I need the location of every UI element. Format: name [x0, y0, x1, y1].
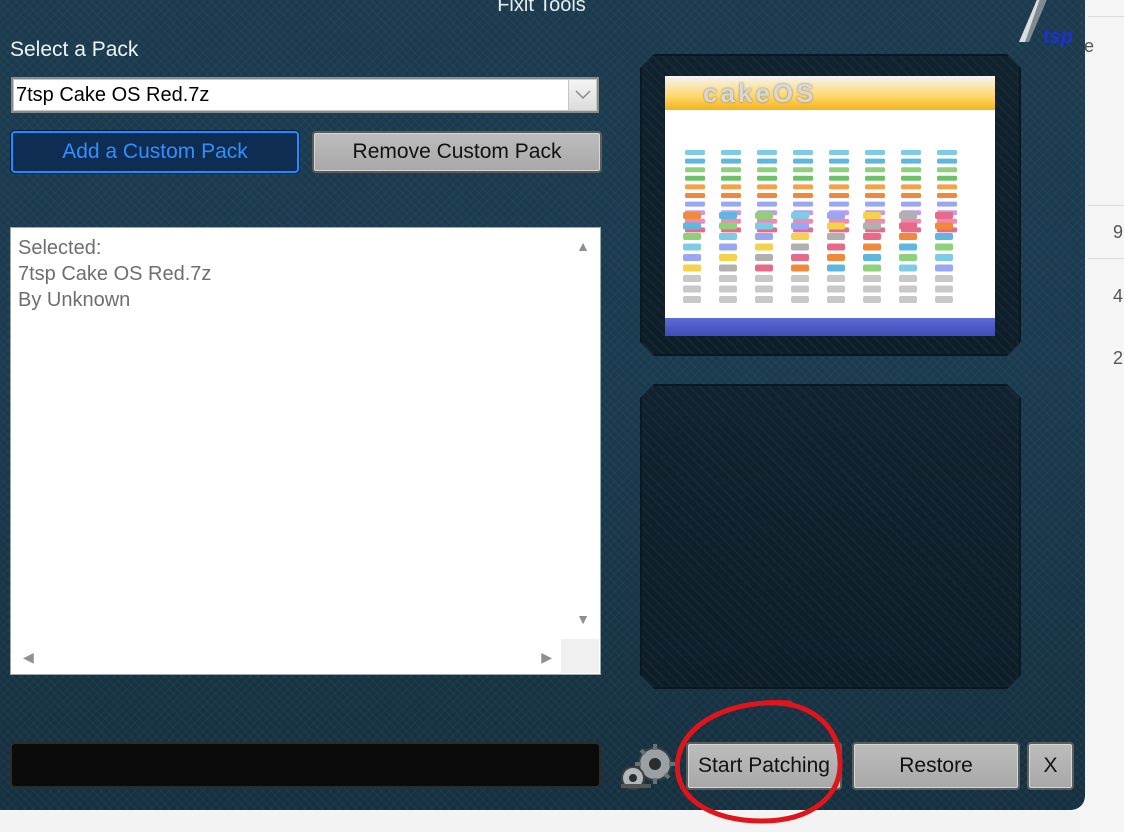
background-text: e	[1084, 36, 1095, 56]
secondary-preview-panel	[640, 384, 1021, 689]
background-text: 2	[1113, 348, 1124, 368]
scroll-left-icon[interactable]: ◀	[23, 649, 34, 666]
gears-icon	[621, 744, 675, 790]
start-patching-button[interactable]: Start Patching	[686, 742, 842, 790]
scroll-up-icon[interactable]: ▲	[576, 238, 590, 254]
background-text: 9	[1113, 222, 1124, 242]
info-line: 7tsp Cake OS Red.7z	[18, 263, 212, 285]
close-button[interactable]: X	[1027, 742, 1074, 790]
chevron-down-icon[interactable]	[568, 80, 596, 110]
preview-title: cakeOS	[703, 78, 817, 108]
divider	[1088, 258, 1124, 259]
add-custom-pack-button[interactable]: Add a Custom Pack	[11, 131, 299, 173]
restore-button[interactable]: Restore	[852, 742, 1020, 790]
pack-info-textbox[interactable]: Selected: 7tsp Cake OS Red.7z By Unknown…	[10, 227, 601, 675]
info-line: By Unknown	[18, 289, 131, 311]
fixit-tools-window: Fixit Tools tsp Select a Pack 7tsp Cake …	[0, 0, 1085, 810]
pack-select-value: 7tsp Cake OS Red.7z	[16, 84, 210, 106]
info-line: Selected:	[18, 237, 102, 259]
select-pack-label: Select a Pack	[10, 38, 139, 61]
scrollbar-corner	[561, 639, 599, 673]
pack-select[interactable]: 7tsp Cake OS Red.7z	[11, 77, 599, 113]
remove-custom-pack-button[interactable]: Remove Custom Pack	[312, 131, 602, 173]
pack-preview-image: cakeOS	[665, 76, 995, 336]
progress-bar	[10, 742, 601, 788]
scroll-right-icon[interactable]: ▶	[541, 649, 552, 666]
window-title: Fixit Tools	[497, 0, 586, 16]
preview-icons-grid	[683, 212, 953, 303]
logo-text: tsp	[1043, 26, 1073, 48]
scroll-down-icon[interactable]: ▼	[576, 611, 590, 627]
background-window	[1080, 0, 1124, 832]
divider	[1088, 205, 1124, 206]
divider	[1088, 16, 1124, 17]
background-text: 4	[1113, 286, 1124, 306]
